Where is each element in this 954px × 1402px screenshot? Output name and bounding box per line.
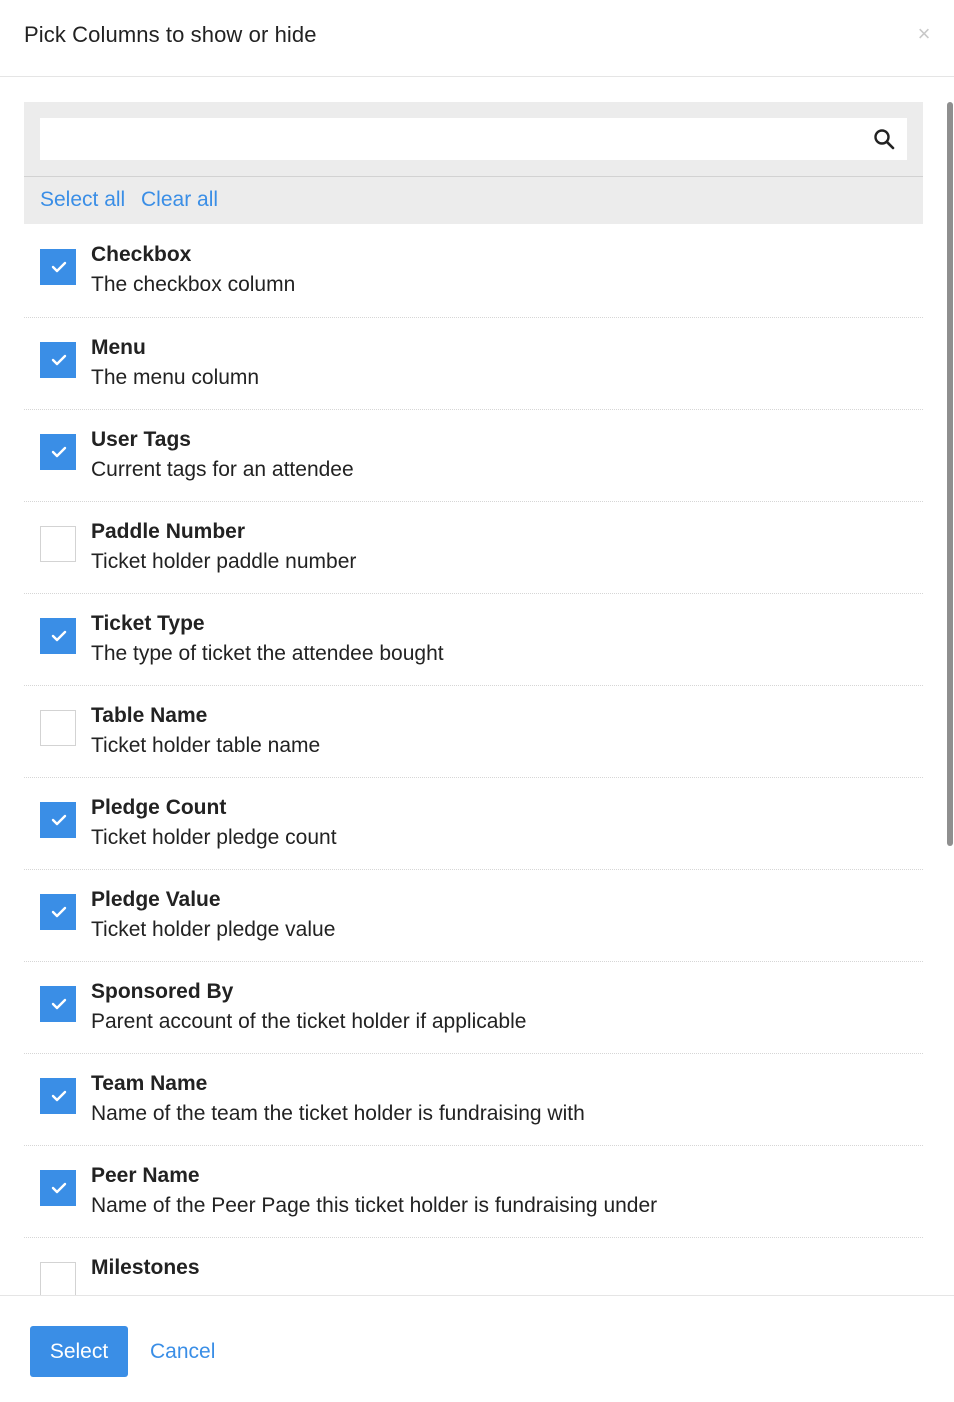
column-checkbox[interactable] — [40, 1262, 76, 1295]
column-checkbox[interactable] — [40, 802, 76, 838]
column-description: Name of the team the ticket holder is fu… — [91, 1102, 585, 1125]
modal-title: Pick Columns to show or hide — [24, 22, 317, 47]
checkmark-icon — [51, 1090, 67, 1102]
column-description: Current tags for an attendee — [91, 458, 354, 481]
checkmark-icon — [51, 446, 67, 458]
modal-header: Pick Columns to show or hide × — [0, 0, 954, 77]
column-description: Ticket holder pledge count — [91, 826, 337, 849]
column-item[interactable]: Pledge Value Ticket holder pledge value — [24, 870, 923, 962]
column-item[interactable]: Peer Name Name of the Peer Page this tick… — [24, 1146, 923, 1238]
column-description: Ticket holder table name — [91, 734, 321, 757]
column-item[interactable]: Table Name Ticket holder table name — [24, 686, 923, 778]
column-checkbox[interactable] — [40, 434, 76, 470]
column-description: Parent account of the ticket holder if a… — [91, 1010, 527, 1033]
column-checkbox[interactable] — [40, 710, 76, 746]
column-description: Ticket holder paddle number — [91, 550, 357, 573]
column-name: Pledge Count — [91, 796, 227, 819]
scrollbar-thumb[interactable] — [947, 102, 953, 846]
column-picker-modal: Pick Columns to show or hide × Select al… — [0, 0, 954, 1402]
modal-footer: Select Cancel — [0, 1295, 954, 1402]
column-item[interactable]: Paddle Number Ticket holder paddle number — [24, 502, 923, 594]
column-name: Peer Name — [91, 1164, 200, 1187]
column-description: The menu column — [91, 366, 260, 389]
close-icon[interactable]: × — [914, 22, 934, 46]
column-description: Name of the Peer Page this ticket holder… — [91, 1194, 658, 1217]
column-checkbox[interactable] — [40, 986, 76, 1022]
column-item[interactable]: Team Name Name of the team the ticket hol… — [24, 1054, 923, 1146]
select-button[interactable]: Select — [30, 1326, 128, 1377]
column-checkbox[interactable] — [40, 249, 76, 285]
checkmark-icon — [51, 354, 67, 366]
checkmark-icon — [51, 906, 67, 918]
modal-body[interactable]: Select all Clear all Checkbox The checkbo… — [0, 78, 954, 1295]
column-item[interactable]: User Tags Current tags for an attendee — [24, 410, 923, 502]
column-name: Team Name — [91, 1072, 208, 1095]
column-item[interactable]: Sponsored By Parent account of the ticket… — [24, 962, 923, 1054]
column-checkbox[interactable] — [40, 1078, 76, 1114]
column-list: Checkbox The checkbox column Menu The menu … — [24, 225, 923, 1295]
column-checkbox[interactable] — [40, 618, 76, 654]
select-all-link[interactable]: Select all — [40, 188, 125, 212]
column-item[interactable]: Pledge Count Ticket holder pledge count — [24, 778, 923, 870]
checkmark-icon — [51, 261, 67, 273]
column-item[interactable]: Checkbox The checkbox column — [24, 225, 923, 318]
checkmark-icon — [51, 814, 67, 826]
column-description: Ticket holder pledge value — [91, 918, 336, 941]
column-description: The type of ticket the attendee bought — [91, 642, 444, 665]
column-name: Checkbox — [91, 243, 192, 266]
clear-all-link[interactable]: Clear all — [141, 188, 218, 212]
search-icon[interactable] — [873, 128, 895, 150]
column-checkbox[interactable] — [40, 526, 76, 562]
filter-panel: Select all Clear all — [24, 102, 923, 224]
column-name: Sponsored By — [91, 980, 234, 1003]
column-item[interactable]: Milestones — [24, 1238, 923, 1295]
column-name: Milestones — [91, 1256, 200, 1279]
search-input[interactable] — [40, 118, 860, 160]
column-checkbox[interactable] — [40, 894, 76, 930]
column-name: Menu — [91, 336, 146, 359]
column-item[interactable]: Ticket Type The type of ticket the attend… — [24, 594, 923, 686]
column-checkbox[interactable] — [40, 1170, 76, 1206]
column-name: User Tags — [91, 428, 191, 451]
checkmark-icon — [51, 1182, 67, 1194]
column-name: Paddle Number — [91, 520, 246, 543]
cancel-button[interactable]: Cancel — [150, 1340, 215, 1364]
column-description: The checkbox column — [91, 273, 296, 296]
column-item[interactable]: Menu The menu column — [24, 318, 923, 410]
checkmark-icon — [51, 998, 67, 1010]
checkmark-icon — [51, 630, 67, 642]
column-name: Table Name — [91, 704, 208, 727]
column-name: Pledge Value — [91, 888, 221, 911]
search-box — [40, 118, 907, 160]
filter-divider — [24, 176, 923, 177]
column-checkbox[interactable] — [40, 342, 76, 378]
column-name: Ticket Type — [91, 612, 205, 635]
